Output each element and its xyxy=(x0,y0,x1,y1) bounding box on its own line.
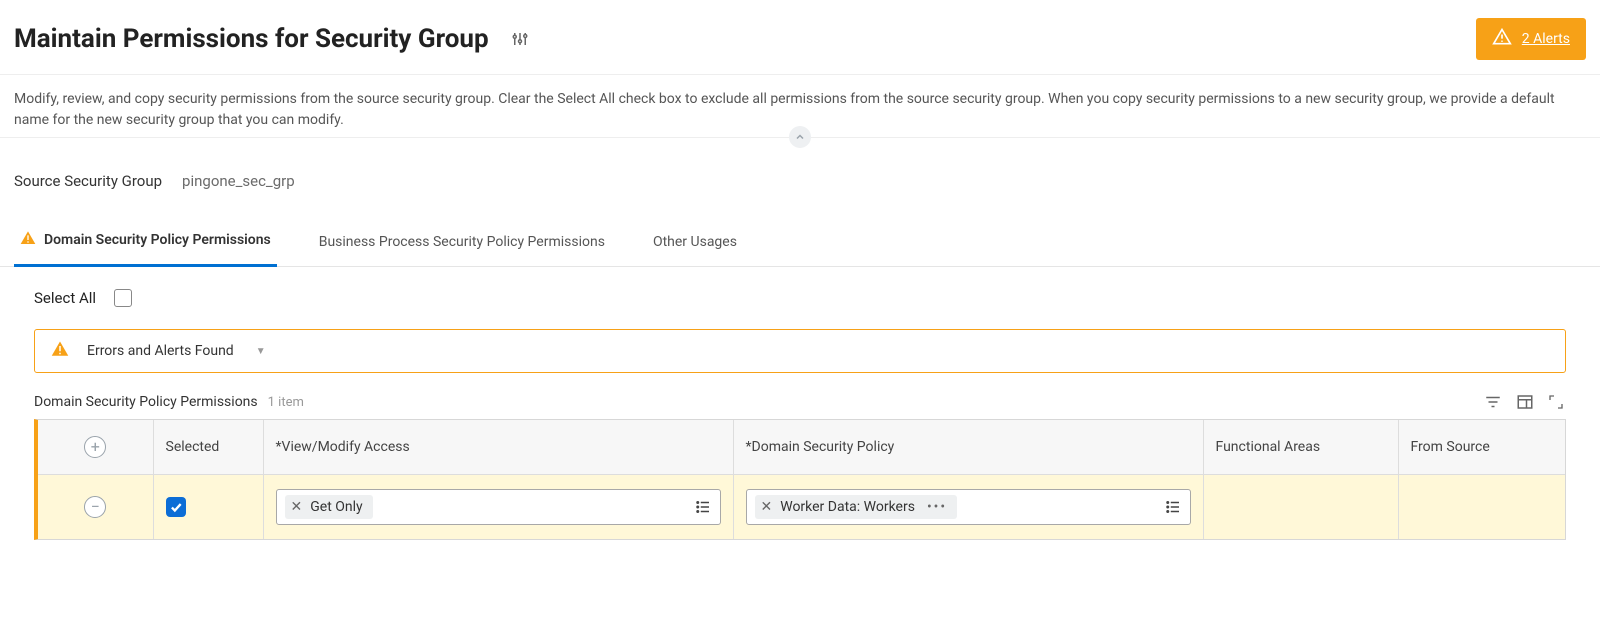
tab-label: Domain Security Policy Permissions xyxy=(44,232,271,248)
warning-icon xyxy=(20,230,36,250)
tab-body: Select All Errors and Alerts Found ▼ Dom… xyxy=(0,267,1600,540)
list-icon[interactable] xyxy=(1164,498,1182,516)
alerts-link-text: 2 Alerts xyxy=(1522,31,1570,47)
column-selected[interactable]: Selected xyxy=(153,420,263,475)
grid-column-row: + Selected *View/Modify Access *Domain S… xyxy=(38,420,1565,475)
column-from-source[interactable]: From Source xyxy=(1398,420,1565,475)
source-label: Source Security Group xyxy=(14,172,162,190)
permissions-grid: + Selected *View/Modify Access *Domain S… xyxy=(34,419,1566,540)
cell-functional-areas xyxy=(1203,475,1398,540)
add-row-button[interactable]: + xyxy=(84,436,106,458)
chip-remove-icon[interactable]: ✕ xyxy=(291,499,303,515)
settings-icon[interactable] xyxy=(511,30,529,48)
header: Maintain Permissions for Security Group … xyxy=(0,0,1600,75)
domain-security-policy-input[interactable]: ✕ Worker Data: Workers ••• xyxy=(746,489,1191,525)
warning-icon xyxy=(51,340,69,362)
list-icon[interactable] xyxy=(694,498,712,516)
columns-icon[interactable] xyxy=(1514,391,1536,413)
cell-from-source xyxy=(1398,475,1565,540)
chip-label: Worker Data: Workers xyxy=(780,499,915,515)
remove-row-button[interactable]: − xyxy=(84,496,106,518)
select-all-row: Select All xyxy=(34,289,1566,307)
errors-and-alerts-banner[interactable]: Errors and Alerts Found ▼ xyxy=(34,329,1566,373)
collapse-toggle[interactable] xyxy=(789,126,811,148)
grid-title: Domain Security Policy Permissions xyxy=(34,394,258,410)
description: Modify, review, and copy security permis… xyxy=(0,75,1600,138)
row-selected-checkbox[interactable] xyxy=(166,497,186,517)
warning-icon xyxy=(1492,27,1512,51)
view-modify-access-input[interactable]: ✕ Get Only xyxy=(276,489,721,525)
chevron-down-icon: ▼ xyxy=(256,346,266,357)
grid-count: 1 item xyxy=(268,395,304,410)
column-functional-areas[interactable]: Functional Areas xyxy=(1203,420,1398,475)
column-view-modify-access[interactable]: *View/Modify Access xyxy=(263,420,733,475)
grid-header: Domain Security Policy Permissions 1 ite… xyxy=(34,391,1566,413)
tab-strip: Domain Security Policy Permissions Busin… xyxy=(0,216,1600,267)
tab-other-usages[interactable]: Other Usages xyxy=(647,220,743,267)
alert-banner-text: Errors and Alerts Found xyxy=(87,343,234,359)
chip-remove-icon[interactable]: ✕ xyxy=(761,499,773,515)
tab-business-process-security-policy[interactable]: Business Process Security Policy Permiss… xyxy=(313,220,611,267)
table-row: − ✕ Get Only xyxy=(38,475,1565,540)
tab-domain-security-policy[interactable]: Domain Security Policy Permissions xyxy=(14,216,277,267)
tab-label: Other Usages xyxy=(653,234,737,250)
column-domain-security-policy[interactable]: *Domain Security Policy xyxy=(733,420,1203,475)
chip-more-icon[interactable]: ••• xyxy=(927,499,947,515)
select-all-checkbox[interactable] xyxy=(114,289,132,307)
chip-get-only: ✕ Get Only xyxy=(285,495,373,519)
column-action: + xyxy=(38,420,153,475)
tab-label: Business Process Security Policy Permiss… xyxy=(319,234,605,250)
chip-worker-data-workers: ✕ Worker Data: Workers ••• xyxy=(755,495,958,519)
alerts-badge[interactable]: 2 Alerts xyxy=(1476,18,1586,60)
source-value: pingone_sec_grp xyxy=(182,172,295,190)
filter-icon[interactable] xyxy=(1482,391,1504,413)
fullscreen-icon[interactable] xyxy=(1546,392,1566,412)
description-text: Modify, review, and copy security permis… xyxy=(14,91,1555,128)
select-all-label: Select All xyxy=(34,289,96,307)
page-title: Maintain Permissions for Security Group xyxy=(14,24,489,54)
chip-label: Get Only xyxy=(310,499,362,515)
